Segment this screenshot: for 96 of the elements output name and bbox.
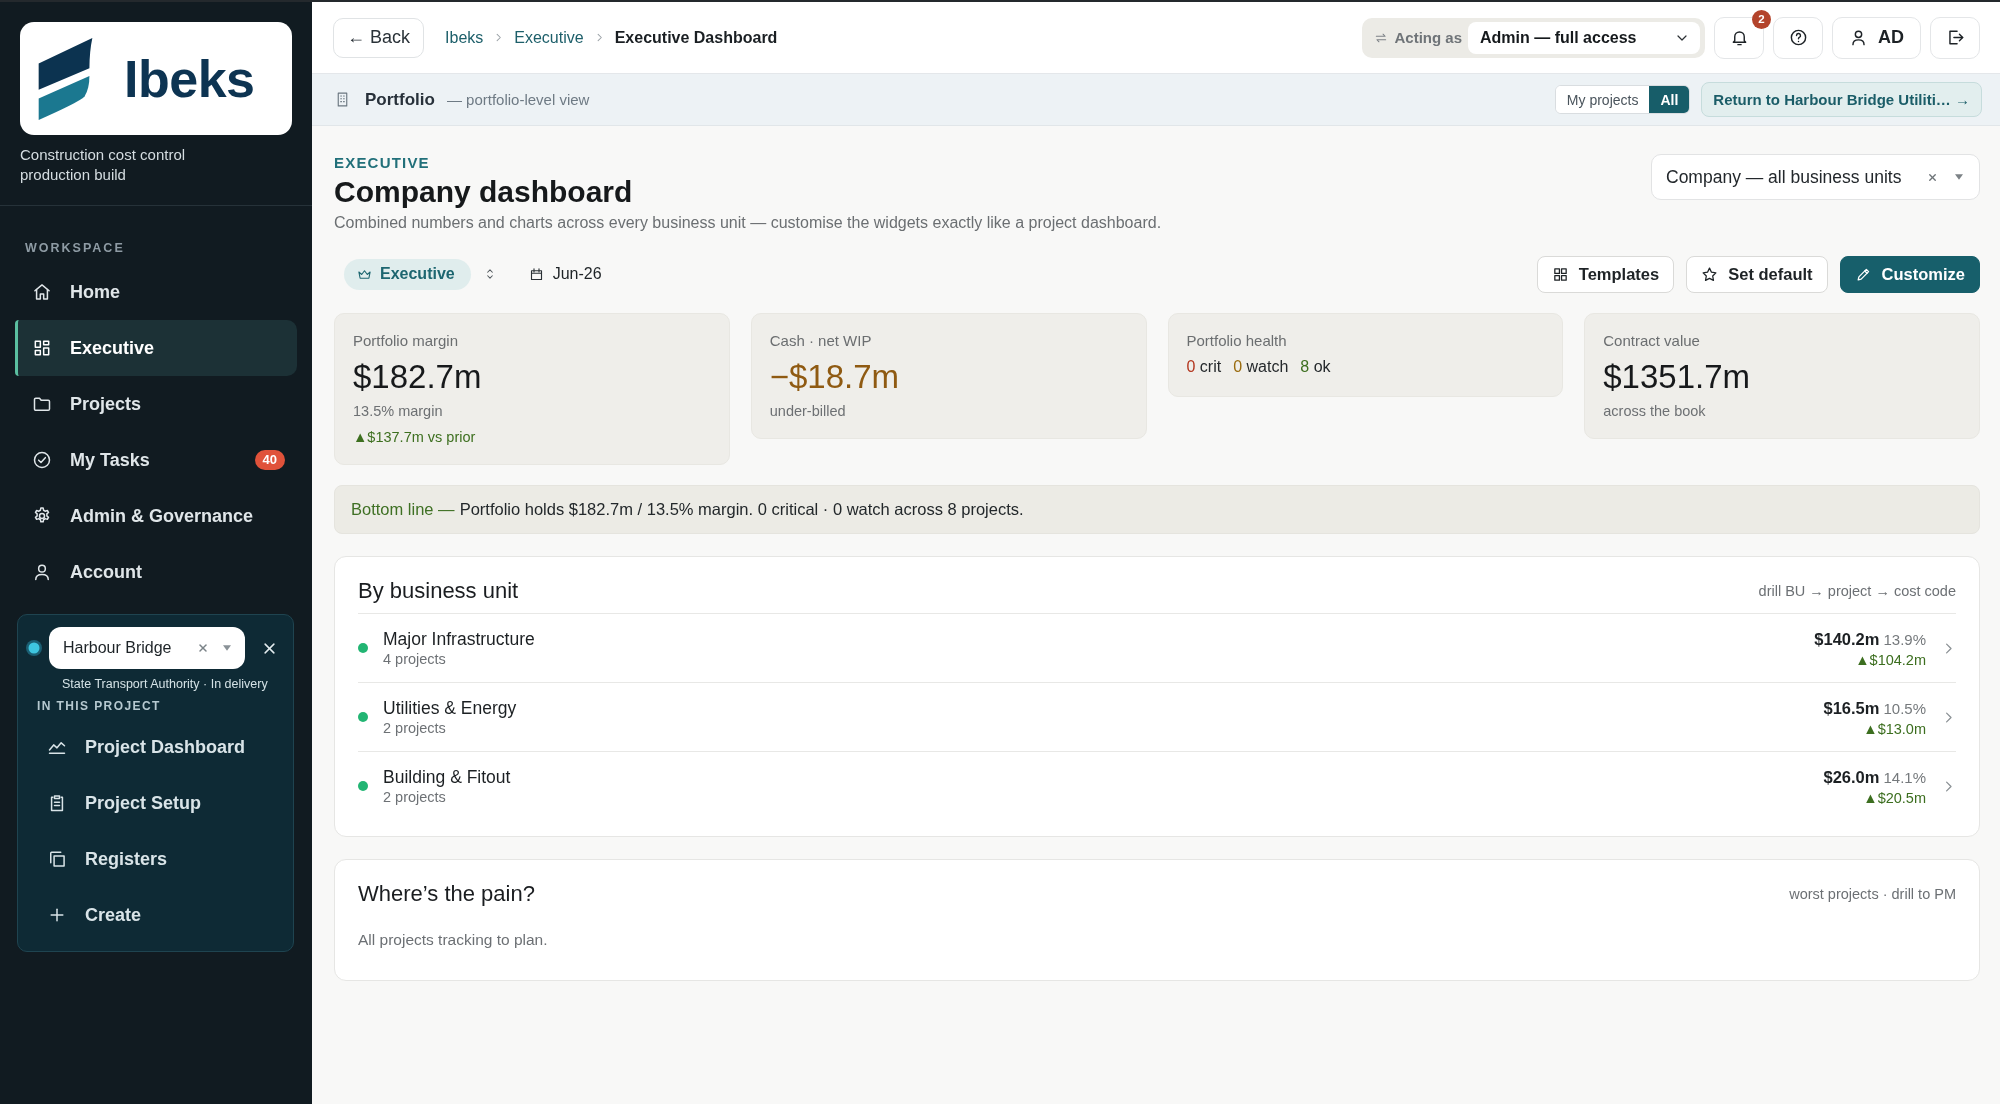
clear-icon[interactable] <box>1927 171 1938 183</box>
user-icon <box>32 562 52 582</box>
unit-margin-value: $16.5m <box>1823 698 1880 717</box>
page-title: Company dashboard <box>334 174 633 210</box>
breadcrumb-link[interactable]: Executive <box>514 28 584 47</box>
unit-delta: ▲$104.2m <box>1855 650 1926 669</box>
folder-icon <box>32 394 52 414</box>
unit-delta: ▲$20.5m <box>1863 788 1926 807</box>
project-nav-item[interactable]: Project Dashboard <box>24 719 287 775</box>
breadcrumb-link[interactable]: Ibeks <box>445 28 484 47</box>
project-meta: State Transport Authority · In delivery <box>62 676 268 692</box>
nav-item[interactable]: Admin & Governance <box>15 488 297 544</box>
check-circle-icon <box>32 450 52 470</box>
nav-item[interactable]: Home <box>15 264 297 320</box>
kpi-delta: ▲$137.7m vs prior <box>353 428 476 446</box>
period-label[interactable]: Jun-26 <box>552 265 602 283</box>
count-badge: 40 <box>254 450 285 470</box>
kpi-note: across the book <box>1603 402 1706 420</box>
kpi-note: under-billed <box>769 402 846 420</box>
acting-as-label: Acting as <box>1394 29 1462 46</box>
unit-name[interactable]: Utilities & Energy <box>383 697 517 719</box>
logout-button[interactable] <box>1930 16 1980 59</box>
panel-title: By business unit <box>358 577 519 605</box>
user-icon <box>1849 28 1868 47</box>
nav-item[interactable]: Projects <box>15 376 297 432</box>
bottom-line-label: Bottom line — <box>351 500 455 519</box>
back-button[interactable]: ← Back <box>333 17 425 58</box>
breadcrumb-current: Executive Dashboard <box>614 28 778 47</box>
scope-option[interactable]: All <box>1649 86 1690 113</box>
bottom-line-text: Portfolio holds $182.7m / 13.5% margin. 0 critical · 0 watch across 8 projects. <box>459 500 1024 519</box>
close-icon[interactable] <box>262 640 277 656</box>
unit-name[interactable]: Major Infrastructure <box>383 628 535 650</box>
unit-project-count: 4 projects <box>383 650 446 668</box>
unit-margin-percent: 14.1% <box>1883 768 1926 786</box>
role-select[interactable]: Admin — full access <box>1468 21 1700 54</box>
calendar-icon <box>528 266 544 282</box>
section-label: IN THIS PROJECT <box>37 699 161 713</box>
gear-icon <box>32 506 52 526</box>
star-icon <box>1701 265 1719 283</box>
unit-project-count: 2 projects <box>383 719 446 737</box>
toolbar-button[interactable]: Set default <box>1686 255 1828 293</box>
kpi-label: Contract value <box>1603 331 1700 351</box>
stack-icon <box>47 849 67 869</box>
health-count: 0 crit <box>1186 357 1222 377</box>
panel-title: Where’s the pain? <box>358 880 535 908</box>
health-count: 0 watch <box>1233 357 1289 377</box>
unit-delta: ▲$13.0m <box>1863 719 1926 738</box>
project-select[interactable]: Harbour Bridge <box>49 627 245 669</box>
kpi-label: Cash · net WIP <box>769 331 872 351</box>
logo-icon <box>38 37 94 120</box>
portfolio-subtitle: — portfolio-level view <box>446 91 590 108</box>
portfolio-title: Portfolio <box>365 89 435 110</box>
business-unit-select[interactable]: Company — all business units <box>1651 154 1980 200</box>
unit-project-count: 2 projects <box>383 788 446 806</box>
section-label: WORKSPACE <box>25 240 125 256</box>
notification-badge: 2 <box>1752 9 1771 29</box>
kpi-note: 13.5% margin <box>353 402 443 420</box>
help-button[interactable] <box>1773 16 1823 59</box>
empty-state-text: All projects tracking to plan. <box>358 930 548 950</box>
kpi-label: Portfolio margin <box>353 331 459 351</box>
page-description: Combined numbers and charts across every business unit — customise the widgets exactly like a project dashboard. <box>334 213 1162 233</box>
help-icon <box>1788 28 1808 47</box>
grid-icon <box>1551 265 1569 283</box>
kpi-label: Portfolio health <box>1186 331 1287 351</box>
page-eyebrow: EXECUTIVE <box>334 154 430 172</box>
view-selector[interactable]: Executive <box>344 258 471 290</box>
toolbar-button[interactable]: Templates <box>1536 255 1675 293</box>
unit-name[interactable]: Building & Fitout <box>383 766 511 788</box>
home-icon <box>32 282 52 302</box>
kpi-value: $1351.7m <box>1603 357 1751 397</box>
build-label: production build <box>20 165 126 185</box>
project-nav-item[interactable]: Registers <box>24 831 287 887</box>
kpi-value: $182.7m <box>353 357 482 397</box>
grid-icon <box>32 338 52 358</box>
unit-margin-percent: 10.5% <box>1883 699 1926 717</box>
caret-down-icon <box>1955 174 1963 180</box>
toolbar-button[interactable]: Customize <box>1839 255 1980 293</box>
panel-hint: worst projects · drill to PM <box>1789 886 1956 902</box>
unit-margin-value: $26.0m <box>1823 767 1880 786</box>
caret-down-icon <box>223 645 231 651</box>
brand-tagline: Construction cost control <box>20 145 186 165</box>
project-nav-item[interactable]: Create <box>24 887 287 943</box>
unit-margin-percent: 13.9% <box>1883 630 1926 648</box>
status-dot-icon <box>26 640 42 656</box>
brand-name: Ibeks <box>124 52 255 105</box>
kpi-value: −$18.7m <box>769 357 900 397</box>
nav-item[interactable]: My Tasks 40 <box>15 432 297 488</box>
return-link-button[interactable]: Return to Harbour Bridge Utiliti… → <box>1701 82 1982 117</box>
health-count: 8 ok <box>1300 357 1331 377</box>
project-nav-item[interactable]: Project Setup <box>24 775 287 831</box>
unit-margin-value: $140.2m <box>1814 629 1880 648</box>
panel-hint: drill BU → project → cost code <box>1758 583 1956 599</box>
user-menu-button[interactable]: AD <box>1832 16 1921 59</box>
clear-icon[interactable] <box>197 642 209 654</box>
nav-item[interactable]: Account <box>15 544 297 600</box>
nav-item[interactable]: Executive <box>15 320 297 376</box>
